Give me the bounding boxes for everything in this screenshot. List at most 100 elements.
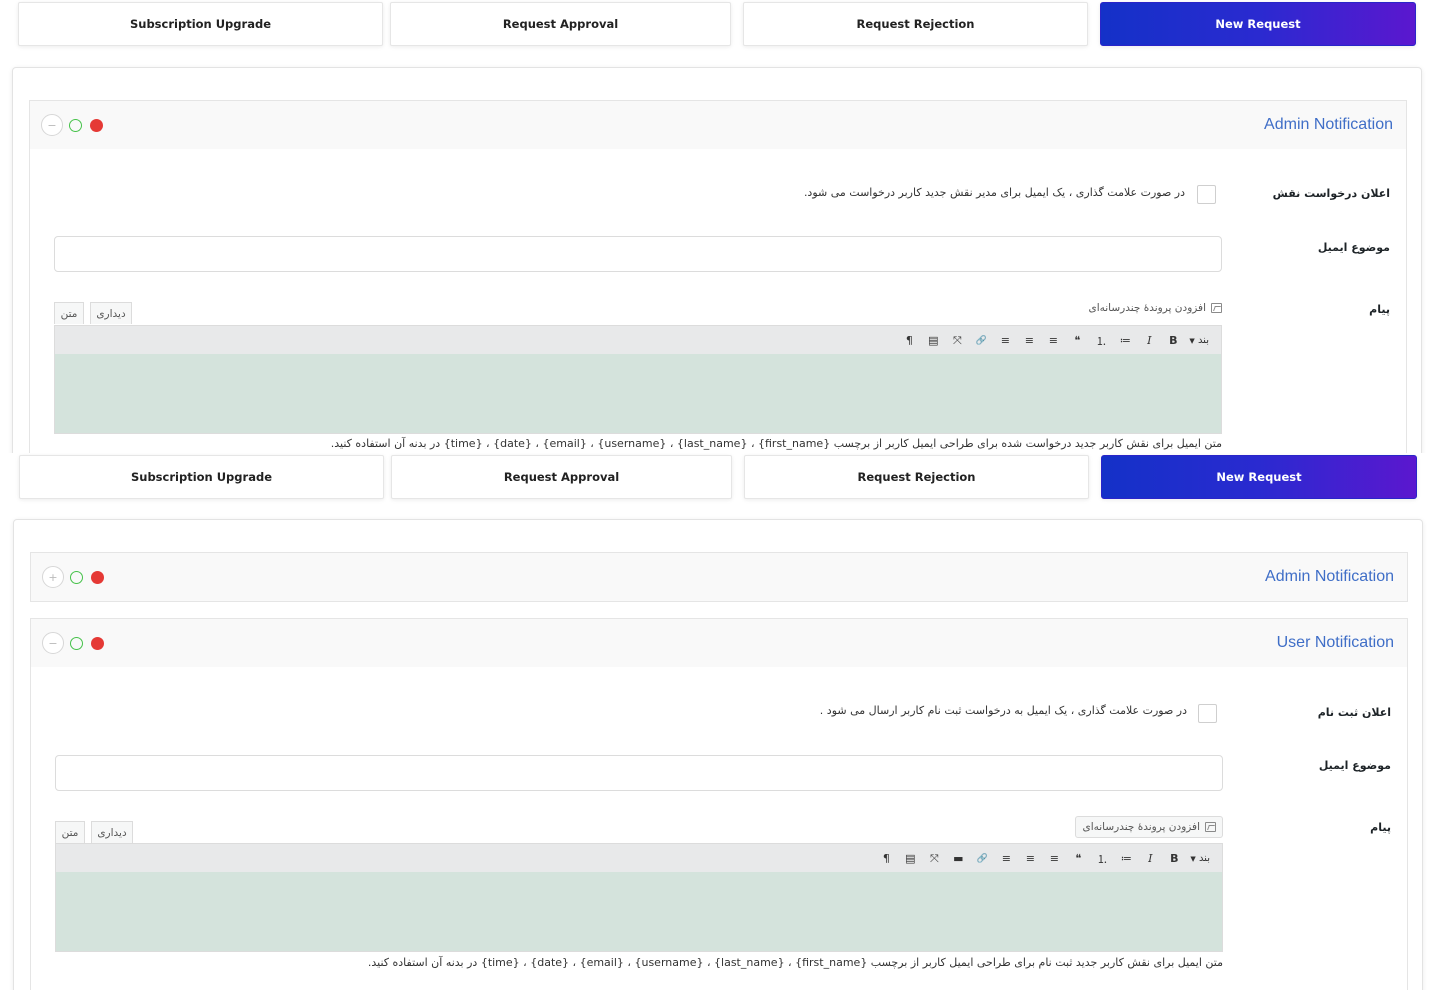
add-media-button[interactable]: افزودن پروندهٔ چندرسانه‌ای <box>1075 816 1223 838</box>
format-select-label: بند <box>1197 335 1209 346</box>
align-center-icon[interactable]: ≡ <box>1018 847 1042 871</box>
panel-header[interactable]: + Admin Notification <box>31 553 1407 601</box>
email-subject-label: موضوع ایمیل <box>1318 759 1391 772</box>
italic-icon[interactable]: I <box>1138 847 1162 871</box>
read-more-icon[interactable]: ▬ <box>946 847 970 871</box>
tab-label: Request Approval <box>502 17 619 31</box>
format-select[interactable]: بند ▼ <box>1186 847 1214 871</box>
tab-request-rejection[interactable]: Request Rejection <box>743 2 1088 46</box>
tab-label: New Request <box>1215 17 1301 31</box>
email-subject-input[interactable] <box>54 236 1222 272</box>
message-editor[interactable] <box>55 872 1223 952</box>
panel-controls: + <box>42 566 104 588</box>
editor-toolbar: بند ▼ B I ≔ ⒈ ❝ ≡ ≡ ≡ 🔗 ⤧ ▤ ¶ <box>54 325 1222 354</box>
tab-subscription-upgrade[interactable]: Subscription Upgrade <box>19 455 384 499</box>
role-request-notification-checkbox[interactable] <box>1197 185 1216 204</box>
align-right-icon[interactable]: ≡ <box>993 329 1017 353</box>
tab-visual[interactable]: دیداری <box>91 821 133 843</box>
add-media-label: افزودن پروندهٔ چندرسانه‌ای <box>1082 821 1200 833</box>
settings-card: − Admin Notification اعلان درخواست نقش د… <box>12 67 1422 453</box>
tab-request-approval[interactable]: Request Approval <box>391 455 732 499</box>
collapse-icon[interactable]: − <box>41 114 63 136</box>
toolbar-toggle-icon[interactable]: ▤ <box>898 847 922 871</box>
request-tabs: Subscription Upgrade Request Approval Re… <box>0 0 1455 48</box>
close-status-icon[interactable] <box>91 636 104 650</box>
placeholder-hint: متن ایمیل برای نقش کاربر جدید درخواست شد… <box>330 437 1222 450</box>
panel-title: Admin Notification <box>1265 568 1394 585</box>
expand-icon[interactable]: + <box>42 566 64 588</box>
tab-label: Request Rejection <box>856 17 975 31</box>
request-tabs: Subscription Upgrade Request Approval Re… <box>0 453 1455 501</box>
tab-text[interactable]: متن <box>55 821 85 843</box>
user-notification-panel: − User Notification اعلان ثبت نام در صور… <box>30 618 1408 990</box>
bold-icon[interactable]: B <box>1161 329 1185 353</box>
paragraph-icon[interactable]: ¶ <box>874 847 898 871</box>
link-icon[interactable]: 🔗 <box>969 329 993 353</box>
checkbox-description: در صورت علامت گذاری ، یک ایمیل به درخواس… <box>819 704 1187 717</box>
upper-pane: Subscription Upgrade Request Approval Re… <box>0 0 1455 453</box>
blockquote-icon[interactable]: ❝ <box>1065 329 1089 353</box>
bold-icon[interactable]: B <box>1162 847 1186 871</box>
close-status-icon[interactable] <box>91 570 104 584</box>
registration-notification-checkbox[interactable] <box>1198 704 1217 723</box>
align-left-icon[interactable]: ≡ <box>1041 329 1065 353</box>
message-label: پیام <box>1369 303 1390 316</box>
tab-text[interactable]: متن <box>54 302 84 324</box>
bullet-list-icon[interactable]: ≔ <box>1113 329 1137 353</box>
open-status-icon[interactable] <box>70 636 83 650</box>
lower-pane: Subscription Upgrade Request Approval Re… <box>0 453 1455 990</box>
link-icon[interactable]: 🔗 <box>970 847 994 871</box>
collapse-icon[interactable]: − <box>42 632 64 654</box>
align-right-icon[interactable]: ≡ <box>994 847 1018 871</box>
message-editor[interactable] <box>54 354 1222 434</box>
admin-notification-panel: − Admin Notification اعلان درخواست نقش د… <box>29 100 1407 453</box>
settings-card: + Admin Notification − User Notification… <box>13 519 1423 990</box>
toolbar-toggle-icon[interactable]: ▤ <box>921 329 945 353</box>
email-subject-input[interactable] <box>55 755 1223 791</box>
role-request-notification-label: اعلان درخواست نقش <box>1272 187 1390 200</box>
open-status-icon[interactable] <box>70 570 83 584</box>
italic-icon[interactable]: I <box>1137 329 1161 353</box>
tab-label: Request Approval <box>503 470 620 484</box>
tab-new-request[interactable]: New Request <box>1100 2 1416 46</box>
tab-request-approval[interactable]: Request Approval <box>390 2 731 46</box>
panel-title: User Notification <box>1276 634 1394 651</box>
add-media-label: افزودن پروندهٔ چندرسانه‌ای <box>1088 302 1206 314</box>
registration-notification-label: اعلان ثبت نام <box>1317 706 1391 719</box>
fullscreen-icon[interactable]: ⤧ <box>945 329 969 353</box>
tab-label: Subscription Upgrade <box>129 17 271 31</box>
placeholder-hint: متن ایمیل برای نقش کاربر جدید ثبت نام بر… <box>367 956 1223 969</box>
tab-new-request[interactable]: New Request <box>1101 455 1417 499</box>
checkbox-description: در صورت علامت گذاری ، یک ایمیل برای مدیر… <box>803 186 1185 199</box>
fullscreen-icon[interactable]: ⤧ <box>922 847 946 871</box>
close-status-icon[interactable] <box>90 118 103 132</box>
tab-label: Subscription Upgrade <box>130 470 272 484</box>
panel-controls: − <box>42 632 104 654</box>
tab-subscription-upgrade[interactable]: Subscription Upgrade <box>18 2 383 46</box>
add-media-button[interactable]: افزودن پروندهٔ چندرسانه‌ای <box>1088 297 1222 319</box>
media-icon <box>1205 822 1216 832</box>
open-status-icon[interactable] <box>69 118 82 132</box>
panel-controls: − <box>41 114 103 136</box>
panel-title: Admin Notification <box>1264 116 1393 133</box>
blockquote-icon[interactable]: ❝ <box>1066 847 1090 871</box>
tab-visual[interactable]: دیداری <box>90 302 132 324</box>
tab-label: Request Rejection <box>857 470 976 484</box>
tab-request-rejection[interactable]: Request Rejection <box>744 455 1089 499</box>
tab-label: New Request <box>1216 470 1302 484</box>
email-subject-label: موضوع ایمیل <box>1317 241 1390 254</box>
format-select-label: بند <box>1198 853 1210 864</box>
message-label: پیام <box>1370 821 1391 834</box>
numbered-list-icon[interactable]: ⒈ <box>1089 329 1113 353</box>
panel-header[interactable]: − Admin Notification <box>30 101 1406 149</box>
panel-header[interactable]: − User Notification <box>31 619 1407 667</box>
paragraph-icon[interactable]: ¶ <box>897 329 921 353</box>
align-left-icon[interactable]: ≡ <box>1042 847 1066 871</box>
align-center-icon[interactable]: ≡ <box>1017 329 1041 353</box>
editor-toolbar: بند ▼ B I ≔ ⒈ ❝ ≡ ≡ ≡ 🔗 ▬ ⤧ ▤ ¶ <box>55 843 1223 872</box>
admin-notification-panel: + Admin Notification <box>30 552 1408 602</box>
format-select[interactable]: بند ▼ <box>1185 329 1213 353</box>
bullet-list-icon[interactable]: ≔ <box>1114 847 1138 871</box>
numbered-list-icon[interactable]: ⒈ <box>1090 847 1114 871</box>
media-icon <box>1211 303 1222 313</box>
